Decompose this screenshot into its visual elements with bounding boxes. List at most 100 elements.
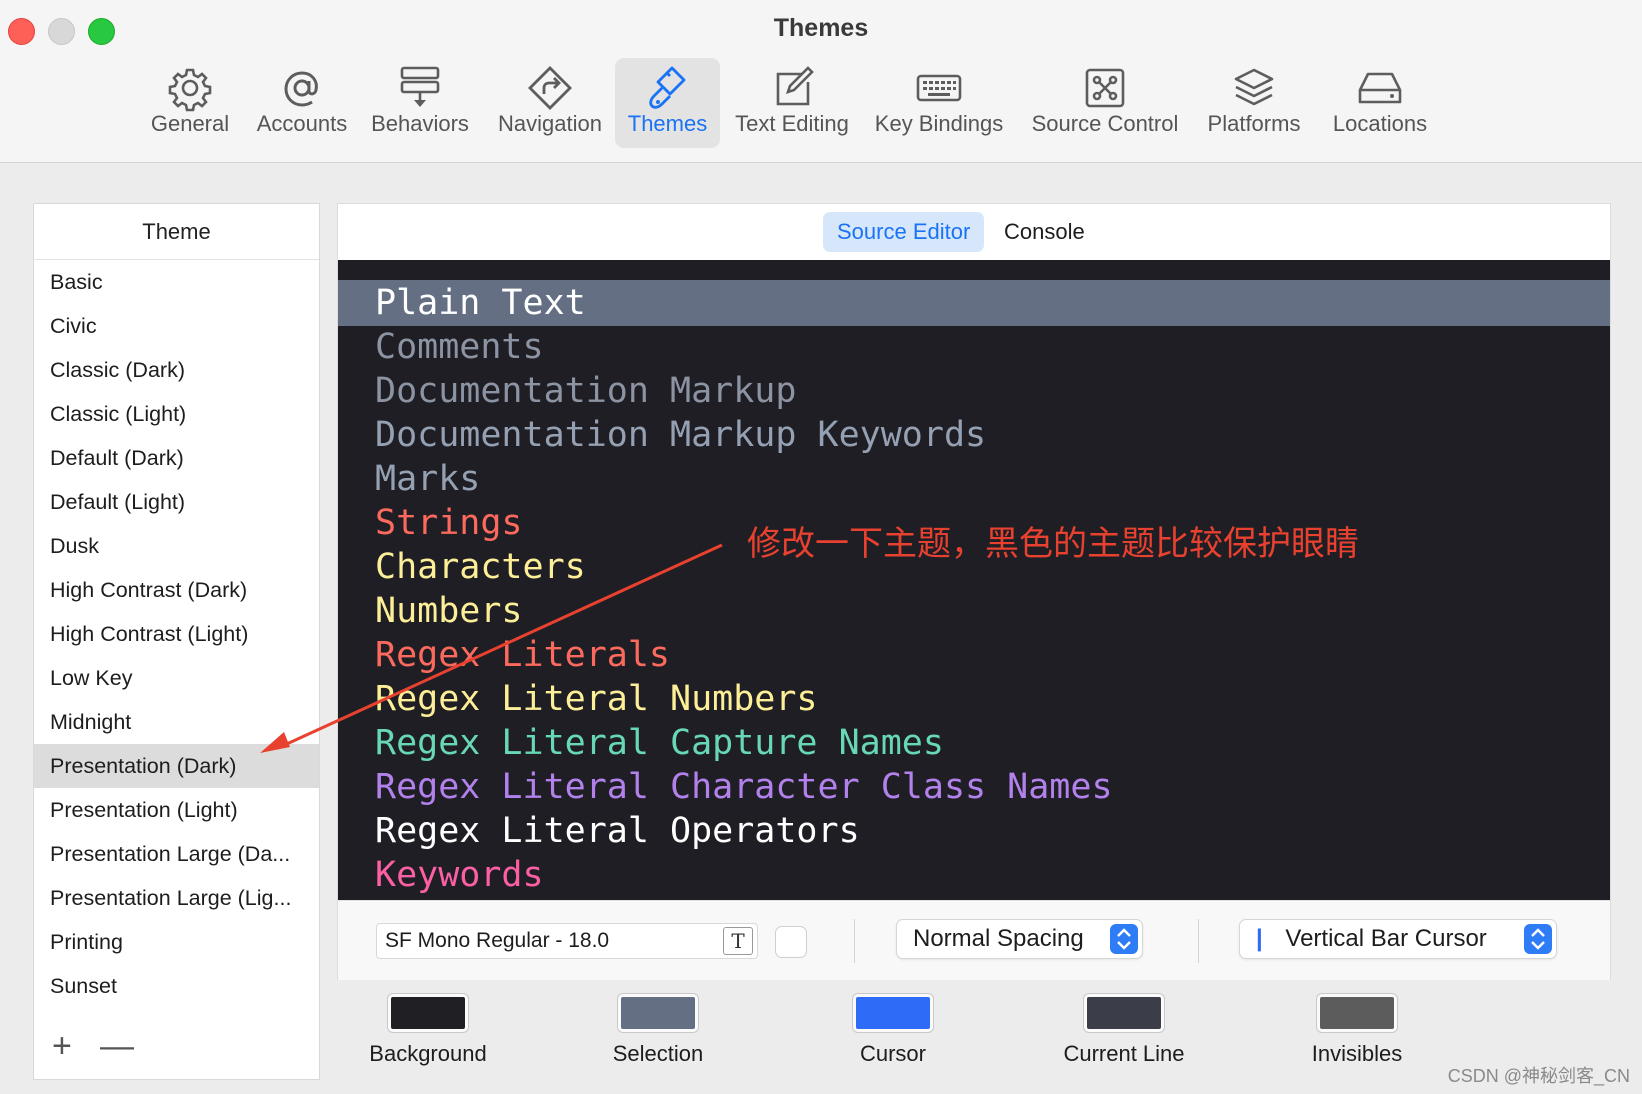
cursor-color-well[interactable]: Cursor	[818, 994, 968, 1067]
list-item[interactable]: High Contrast (Dark)	[34, 568, 319, 612]
preview-line[interactable]: Regex Literal Operators	[338, 808, 1610, 854]
preview-line[interactable]: Comments	[338, 324, 1610, 370]
font-option-checkbox[interactable]	[775, 926, 807, 958]
list-item[interactable]: Classic (Light)	[34, 392, 319, 436]
editor-settings-panel: Source Editor Console Plain Text Comments…	[337, 203, 1611, 980]
cursor-style-value: Vertical Bar Cursor	[1285, 925, 1487, 952]
toolbar: Themes General Accounts Behaviors Naviga…	[0, 0, 1642, 163]
at-sign-icon	[284, 71, 318, 107]
source-editor-segment[interactable]: Source Editor	[823, 212, 985, 252]
tab-label: Locations	[1332, 111, 1428, 136]
source-control-icon	[1085, 68, 1125, 108]
list-item[interactable]: Dusk	[34, 524, 319, 568]
swatch[interactable]	[388, 994, 468, 1032]
tab-label: Source Control	[1031, 111, 1179, 136]
preview-line[interactable]: Marks	[338, 456, 1610, 502]
swatch-label: Background	[369, 1041, 487, 1066]
tab-themes[interactable]: Themes	[615, 58, 720, 148]
tab-navigation[interactable]: Navigation	[492, 58, 608, 148]
tab-label: Key Bindings	[874, 111, 1004, 136]
tab-label: Behaviors	[371, 111, 469, 136]
list-item[interactable]: Basic	[34, 260, 319, 304]
tab-platforms[interactable]: Platforms	[1200, 58, 1308, 148]
list-item[interactable]: Printing	[34, 920, 319, 964]
preview-line[interactable]: Numbers	[338, 588, 1610, 634]
preferences-window: Themes General Accounts Behaviors Naviga…	[0, 0, 1642, 1094]
spacing-popup[interactable]: Normal Spacing	[896, 919, 1143, 959]
preview-line[interactable]: Regex Literal Character Class Names	[338, 764, 1610, 810]
layers-icon	[1234, 68, 1274, 106]
syntax-preview[interactable]: Plain Text Comments Documentation Markup Do…	[338, 260, 1610, 900]
font-picker-button[interactable]: T	[723, 927, 753, 955]
swatch-label: Selection	[612, 1041, 704, 1066]
list-item[interactable]: Presentation Large (Lig...	[34, 876, 319, 920]
list-item[interactable]: High Contrast (Light)	[34, 612, 319, 656]
swatch[interactable]	[853, 994, 933, 1032]
vertical-bar-cursor-icon: |	[1256, 925, 1263, 952]
swatch-label: Cursor	[859, 1041, 926, 1066]
list-item[interactable]: Classic (Dark)	[34, 348, 319, 392]
tab-text-editing[interactable]: Text Editing	[730, 58, 854, 148]
preview-line[interactable]: Documentation Markup	[338, 368, 1610, 414]
window-title: Themes	[773, 14, 869, 42]
swatch-label: Current Line	[1063, 1041, 1185, 1066]
selection-color-well[interactable]: Selection	[583, 994, 733, 1067]
tab-source-control[interactable]: Source Control	[1024, 58, 1186, 148]
preview-line[interactable]: Keywords	[338, 852, 1610, 898]
annotation-text: 修改一下主题，黑色的主题比较保护眼睛	[747, 524, 1359, 564]
list-item[interactable]: Civic	[34, 304, 319, 348]
list-item[interactable]: Presentation Large (Da...	[34, 832, 319, 876]
console-segment[interactable]: Console	[990, 212, 1099, 252]
swatch[interactable]	[618, 994, 698, 1032]
add-theme-button[interactable]: +	[52, 1027, 72, 1066]
drive-icon	[1358, 72, 1402, 104]
tab-label: General	[150, 111, 230, 136]
cursor-stepper-icon	[1524, 924, 1552, 954]
preview-line[interactable]: Documentation Markup Keywords	[338, 412, 1610, 458]
tab-label: Themes	[627, 111, 708, 136]
current-line-color-well[interactable]: Current Line	[1044, 994, 1204, 1067]
font-value: SF Mono Regular - 18.0	[385, 929, 610, 952]
keyboard-icon	[916, 74, 962, 102]
swatch-label: Invisibles	[1311, 1041, 1403, 1066]
preview-line[interactable]: Regex Literals	[338, 632, 1610, 678]
tab-label: Platforms	[1207, 111, 1301, 136]
theme-list-footer: + —	[34, 1019, 319, 1079]
remove-theme-button[interactable]: —	[100, 1027, 134, 1066]
preview-line[interactable]: Regex Literal Numbers	[338, 676, 1610, 722]
tab-label: Accounts	[256, 111, 348, 136]
swatch[interactable]	[1084, 994, 1164, 1032]
swatch[interactable]	[1317, 994, 1397, 1032]
spacing-stepper-icon	[1110, 924, 1138, 954]
preview-line-selected[interactable]: Plain Text	[338, 280, 1610, 326]
cursor-style-popup[interactable]: | Vertical Bar Cursor	[1239, 919, 1557, 959]
font-field[interactable]: SF Mono Regular - 18.0 T	[376, 923, 758, 959]
theme-list-header: Theme	[34, 204, 319, 260]
font-settings-row: SF Mono Regular - 18.0 T Normal Spacing …	[338, 900, 1610, 980]
list-item[interactable]: Midnight	[34, 700, 319, 744]
tab-label: Navigation	[498, 111, 602, 136]
theme-list: Theme Basic Civic Classic (Dark) Classic…	[33, 203, 320, 1080]
tab-behaviors[interactable]: Behaviors	[366, 58, 474, 148]
divider	[854, 919, 855, 963]
list-item[interactable]: Low Key	[34, 656, 319, 700]
list-item[interactable]: Presentation (Light)	[34, 788, 319, 832]
preview-line[interactable]: Regex Literal Capture Names	[338, 720, 1610, 766]
spacing-value: Normal Spacing	[913, 925, 1084, 952]
invisibles-color-well[interactable]: Invisibles	[1282, 994, 1432, 1067]
tab-locations[interactable]: Locations	[1320, 58, 1440, 148]
divider	[1198, 919, 1199, 963]
paintbrush-icon	[648, 66, 685, 109]
behaviors-icon	[400, 66, 440, 107]
tab-accounts[interactable]: Accounts	[242, 58, 362, 148]
list-item-selected[interactable]: Presentation (Dark)	[34, 744, 319, 788]
tab-general[interactable]: General	[140, 58, 240, 148]
list-item[interactable]: Default (Light)	[34, 480, 319, 524]
list-item[interactable]: Sunset	[34, 964, 319, 1008]
tab-key-bindings[interactable]: Key Bindings	[872, 58, 1006, 148]
navigation-icon	[528, 66, 572, 110]
background-color-well[interactable]: Background	[353, 994, 503, 1067]
watermark: CSDN @神秘剑客_CN	[1447, 1066, 1630, 1086]
gear-icon	[168, 68, 212, 112]
list-item[interactable]: Default (Dark)	[34, 436, 319, 480]
